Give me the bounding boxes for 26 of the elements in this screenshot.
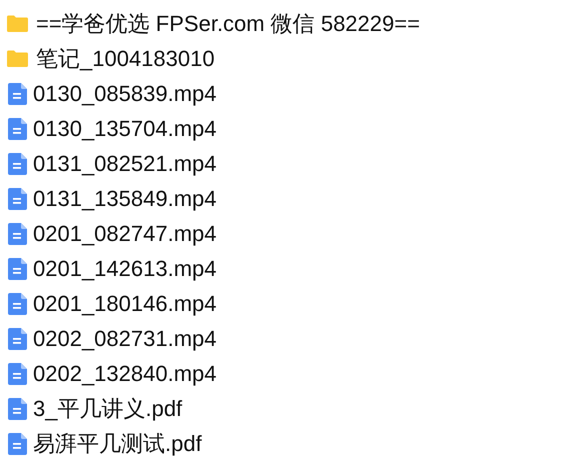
file-name[interactable]: 易湃平几测试.pdf [33, 432, 202, 454]
file-name[interactable]: 0201_142613.mp4 [33, 258, 216, 280]
document-icon [8, 398, 26, 420]
file-name[interactable]: 0201_082747.mp4 [33, 222, 216, 244]
file-name[interactable]: 笔记_1004183010 [36, 48, 215, 70]
document-icon [8, 328, 26, 350]
file-name[interactable]: 0130_085839.mp4 [33, 82, 216, 104]
file-name[interactable]: 3_平几讲义.pdf [33, 398, 182, 420]
document-icon [8, 118, 26, 140]
document-icon [8, 258, 26, 280]
file-name[interactable]: 0201_180146.mp4 [33, 292, 216, 314]
document-icon [8, 188, 26, 210]
file-name[interactable]: 0131_135849.mp4 [33, 188, 216, 210]
file-name[interactable]: 0130_135704.mp4 [33, 118, 216, 140]
document-icon [8, 152, 26, 174]
document-icon [8, 292, 26, 314]
document-icon [8, 222, 26, 244]
file-name[interactable]: 0202_132840.mp4 [33, 362, 216, 384]
file-name[interactable]: 0131_082521.mp4 [33, 152, 216, 174]
document-icon [8, 432, 26, 454]
file-name[interactable]: 0202_082731.mp4 [33, 328, 216, 350]
document-icon [8, 82, 26, 104]
document-icon [8, 362, 26, 384]
folder-icon [6, 15, 28, 32]
folder-icon [6, 50, 28, 67]
file-name[interactable]: ==学爸优选 FPSer.com 微信 582229== [36, 12, 420, 34]
